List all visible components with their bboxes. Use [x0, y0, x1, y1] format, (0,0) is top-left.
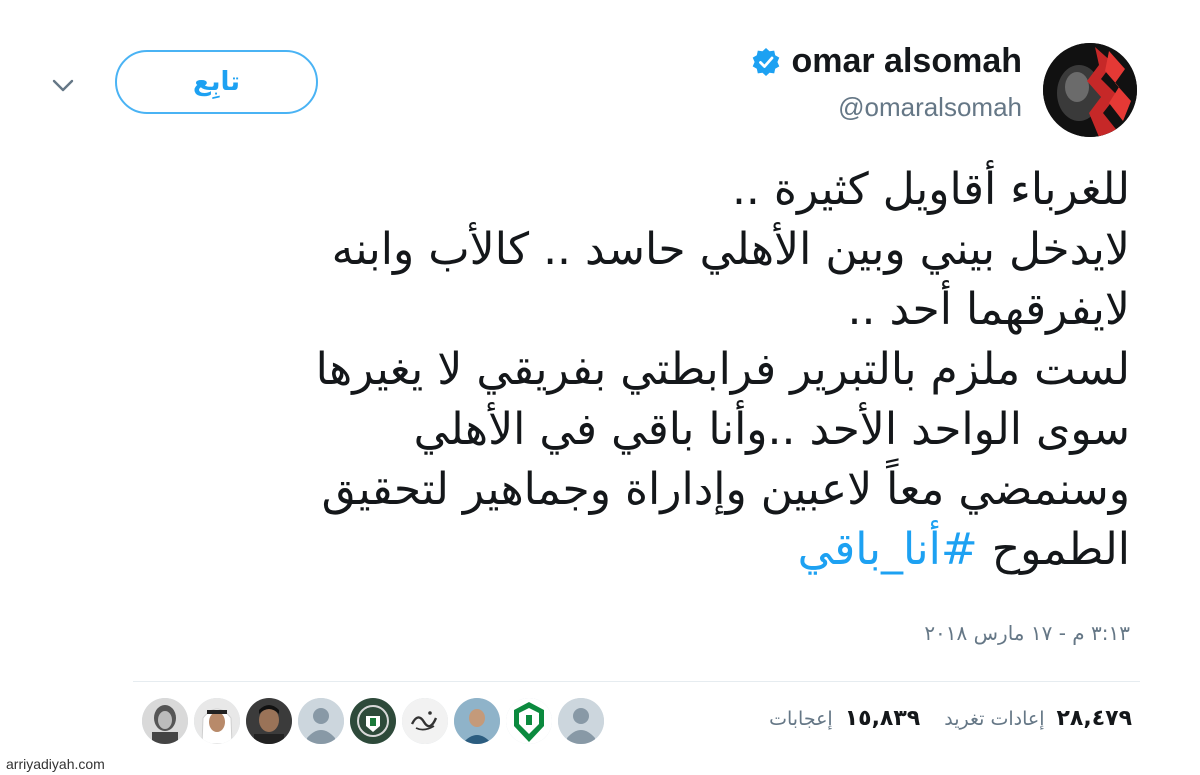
avatar-photo-icon	[454, 698, 500, 744]
like-count[interactable]: ١٥,٨٣٩	[845, 706, 921, 731]
liker-avatar[interactable]	[350, 698, 396, 744]
liker-avatar[interactable]	[298, 698, 344, 744]
display-name[interactable]: omar alsomah	[791, 42, 1022, 81]
liker-avatar[interactable]	[246, 698, 292, 744]
like-label[interactable]: إعجابات	[769, 708, 833, 730]
liker-avatar[interactable]	[558, 698, 604, 744]
liker-avatar[interactable]	[142, 698, 188, 744]
liker-avatar[interactable]	[402, 698, 448, 744]
site-watermark: arriyadiyah.com	[6, 756, 105, 772]
liker-avatar[interactable]	[454, 698, 500, 744]
avatar-default-icon	[558, 698, 604, 744]
avatar-calligraphy-icon	[402, 698, 448, 744]
tweet-stats: ٢٨,٤٧٩ إعادات تغريد ١٥,٨٣٩ إعجابات	[757, 706, 1132, 731]
profile-avatar[interactable]	[1043, 43, 1137, 137]
user-handle[interactable]: @omaralsomah	[838, 92, 1022, 123]
liker-avatar[interactable]	[506, 698, 552, 744]
tweet-line-text: الطموح	[991, 524, 1130, 575]
tweet-line: لست ملزم بالتبرير فرابطتي بفريقي لا يغير…	[315, 344, 1130, 395]
liker-avatar[interactable]	[194, 698, 240, 744]
chevron-down-icon[interactable]	[48, 70, 78, 100]
avatar-alahli-logo-icon	[506, 698, 552, 744]
avatar-ghutra-icon	[194, 698, 240, 744]
tweet-line: سوى الواحد الأحد ..وأنا باقي في الأهلي	[413, 404, 1130, 455]
avatar-man-icon	[246, 698, 292, 744]
tweet-line-last: الطموح #أنا_باقي	[90, 520, 1130, 580]
author-name-row[interactable]: omar alsomah	[751, 42, 1022, 81]
profile-photo-icon	[1043, 43, 1137, 137]
liker-avatars	[142, 698, 604, 744]
divider	[133, 681, 1140, 682]
follow-button[interactable]: تابِع	[115, 50, 318, 114]
tweet-line: وسنمضي معاً لاعبين وإداراة وجماهير لتحقي…	[321, 464, 1130, 515]
tweet-timestamp[interactable]: ٣:١٣ م - ١٧ مارس ٢٠١٨	[924, 621, 1130, 645]
avatar-default-icon	[298, 698, 344, 744]
retweet-label[interactable]: إعادات تغريد	[944, 708, 1044, 730]
tweet-line: لايفرقهما أحد ..	[847, 284, 1131, 335]
tweet-text: للغرباء أقاويل كثيرة .. لايدخل بيني وبين…	[90, 160, 1130, 580]
hashtag-link[interactable]: #أنا_باقي	[798, 524, 978, 575]
avatar-sketch-icon	[142, 698, 188, 744]
retweet-count[interactable]: ٢٨,٤٧٩	[1057, 706, 1133, 731]
verified-badge-icon	[753, 47, 780, 76]
avatar-crest-icon	[350, 698, 396, 744]
tweet-line: للغرباء أقاويل كثيرة ..	[731, 164, 1130, 215]
tweet-line: لايدخل بيني وبين الأهلي حاسد .. كالأب وا…	[331, 224, 1130, 275]
